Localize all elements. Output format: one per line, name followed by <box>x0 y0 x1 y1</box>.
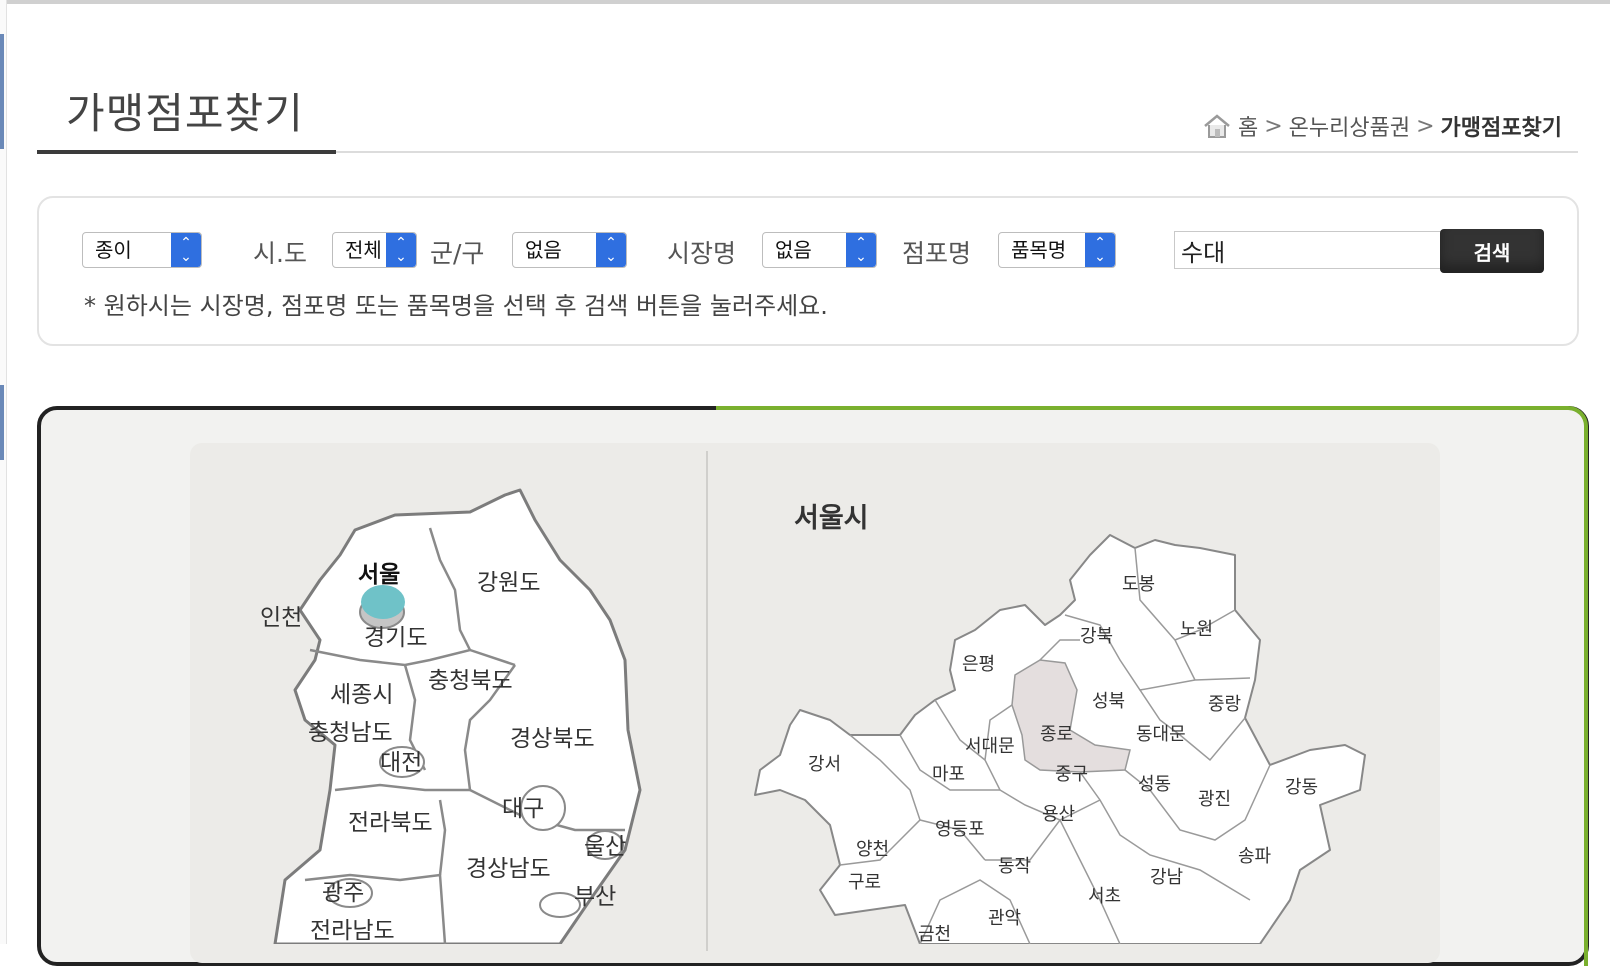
seoul-district-label[interactable]: 중랑 <box>1208 694 1241 715</box>
seoul-district-label[interactable]: 강동 <box>1285 777 1318 798</box>
seoul-district-label[interactable]: 종로 <box>1040 724 1073 745</box>
seoul-map: 도봉 노원 강북 은평 성북 중랑 종로 동대문 서대문 강서 마포 중구 성동… <box>754 534 1366 944</box>
seoul-district-label[interactable]: 동작 <box>998 856 1031 877</box>
seoul-district-label[interactable]: 금천 <box>918 924 951 944</box>
seoul-district-label[interactable]: 영등포 <box>935 819 985 840</box>
seoul-district-label[interactable]: 성북 <box>1092 691 1125 712</box>
seoul-district-label[interactable]: 송파 <box>1238 846 1272 867</box>
seoul-district-label[interactable]: 서대문 <box>965 736 1015 757</box>
seoul-district-label[interactable]: 노원 <box>1180 619 1213 640</box>
seoul-district-label[interactable]: 성동 <box>1138 774 1171 795</box>
seoul-district-label[interactable]: 용산 <box>1042 804 1075 825</box>
seoul-district-label[interactable]: 강남 <box>1150 867 1183 888</box>
seoul-district-label[interactable]: 광진 <box>1198 789 1231 810</box>
seoul-district-label[interactable]: 강북 <box>1080 626 1113 647</box>
seoul-district-label[interactable]: 중구 <box>1055 764 1088 785</box>
seoul-district-label[interactable]: 은평 <box>962 654 995 675</box>
seoul-district-label[interactable]: 관악 <box>988 908 1021 929</box>
seoul-district-label[interactable]: 구로 <box>848 872 881 893</box>
seoul-district-label[interactable]: 도봉 <box>1122 574 1155 595</box>
seoul-district-label[interactable]: 서초 <box>1088 886 1121 907</box>
seoul-district-label[interactable]: 동대문 <box>1136 724 1186 745</box>
seoul-district-label[interactable]: 강서 <box>808 754 841 775</box>
seoul-district-label[interactable]: 양천 <box>856 839 889 860</box>
seoul-district-label[interactable]: 마포 <box>932 764 965 785</box>
